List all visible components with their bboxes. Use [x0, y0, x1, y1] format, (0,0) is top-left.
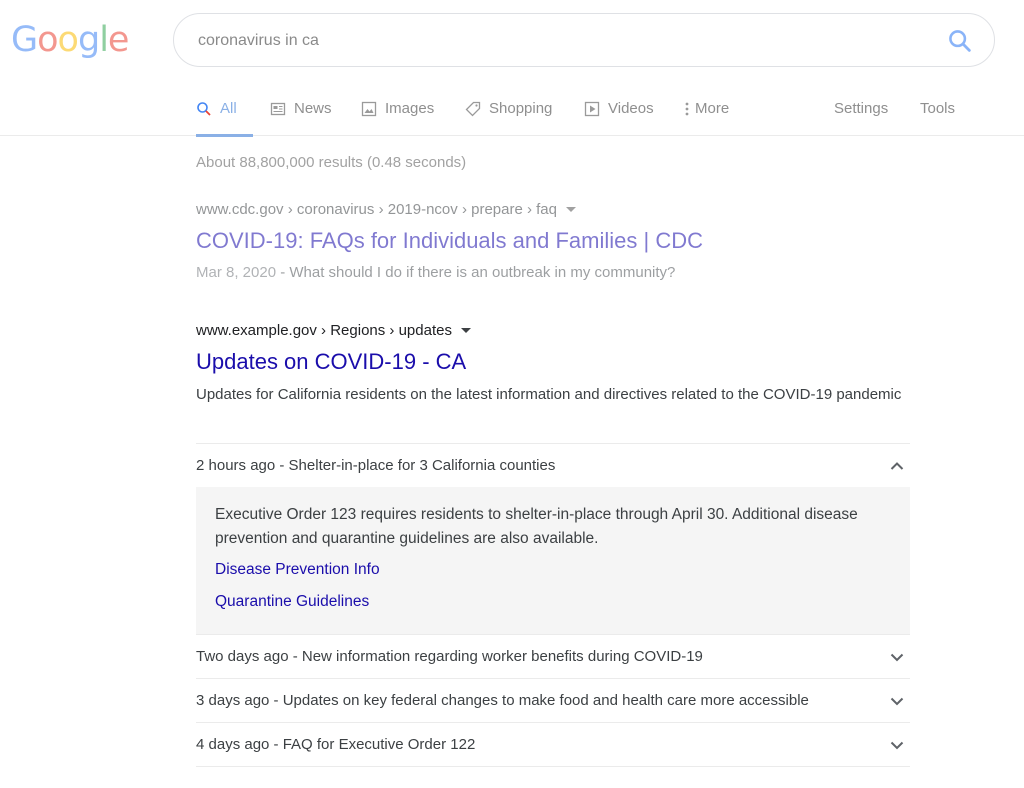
update-detail-text: Executive Order 123 requires residents t…	[215, 506, 858, 547]
quarantine-guidelines-link[interactable]: Quarantine Guidelines	[215, 593, 891, 611]
update-row[interactable]: 3 days ago - Updates on key federal chan…	[196, 678, 910, 722]
tab-news[interactable]: News	[270, 88, 332, 136]
result-url-text: www.example.gov › Regions › updates	[196, 321, 452, 339]
tab-shopping[interactable]: Shopping	[465, 88, 552, 136]
result-stats: About 88,800,000 results (0.48 seconds)	[196, 154, 467, 171]
tab-label: Tools	[920, 100, 956, 117]
update-row[interactable]: 4 days ago - FAQ for Executive Order 122	[196, 722, 910, 766]
chevron-down-icon	[890, 697, 904, 705]
tab-settings[interactable]: Settings	[834, 88, 888, 136]
tab-all[interactable]: All	[196, 88, 253, 137]
tab-images[interactable]: Images	[361, 88, 434, 136]
update-detail-panel: Executive Order 123 requires residents t…	[196, 487, 910, 634]
caret-down-icon[interactable]	[566, 206, 576, 212]
tab-tools[interactable]: Tools	[920, 88, 955, 136]
result-url: www.cdc.gov › coronavirus › 2019-ncov › …	[196, 199, 916, 219]
logo-letter: e	[107, 20, 130, 60]
search-icon	[196, 101, 212, 117]
result-snippet-text: - What should I do if there is an outbre…	[276, 264, 676, 281]
tag-icon	[465, 101, 481, 117]
chevron-down-icon	[890, 741, 904, 749]
search-result-featured: www.example.gov › Regions › updates Upda…	[196, 320, 910, 408]
search-result: www.cdc.gov › coronavirus › 2019-ncov › …	[196, 199, 916, 284]
search-box	[173, 13, 995, 67]
update-row-label: 4 days ago - FAQ for Executive Order 122	[196, 736, 476, 753]
result-description: Updates for California residents on the …	[196, 386, 902, 403]
tab-label: Videos	[608, 100, 654, 117]
result-snippet: Mar 8, 2020 - What should I do if there …	[196, 262, 916, 284]
search-input[interactable]	[198, 28, 898, 54]
tab-more[interactable]: More	[684, 88, 729, 136]
search-button[interactable]	[946, 27, 974, 55]
update-row-label: 2 hours ago - Shelter-in-place for 3 Cal…	[196, 457, 556, 474]
chevron-down-icon	[890, 653, 904, 661]
google-logo[interactable]: Google	[11, 20, 130, 60]
logo-letter: l	[99, 20, 109, 60]
search-icon	[949, 30, 971, 52]
logo-letter: o	[57, 20, 79, 60]
tab-label: Settings	[834, 100, 889, 117]
update-row-label: 3 days ago - Updates on key federal chan…	[196, 692, 809, 709]
search-tabs: All News Images Shopping Videos More Set…	[0, 88, 1024, 137]
news-icon	[270, 101, 286, 117]
update-row[interactable]: Two days ago - New information regarding…	[196, 634, 910, 678]
disease-prevention-link[interactable]: Disease Prevention Info	[215, 561, 891, 579]
caret-down-icon[interactable]	[460, 327, 471, 333]
play-icon	[584, 101, 600, 117]
logo-letter: g	[77, 20, 100, 60]
chevron-up-icon	[890, 461, 904, 470]
result-url-text: www.cdc.gov › coronavirus › 2019-ncov › …	[196, 200, 557, 218]
update-row-label: Two days ago - New information regarding…	[196, 648, 703, 665]
result-title-link[interactable]: COVID-19: FAQs for Individuals and Famil…	[196, 227, 916, 255]
image-icon	[361, 101, 377, 117]
logo-letter: G	[11, 20, 38, 60]
tab-label: Images	[385, 100, 435, 117]
tab-label: Shopping	[489, 100, 553, 117]
logo-letter: o	[37, 20, 58, 60]
tab-label: News	[294, 100, 332, 117]
tab-label: All	[220, 100, 237, 117]
more-vert-icon	[684, 101, 690, 117]
result-url: www.example.gov › Regions › updates	[196, 320, 910, 340]
update-row[interactable]: 2 hours ago - Shelter-in-place for 3 Cal…	[196, 443, 910, 487]
tab-label: More	[695, 100, 730, 117]
result-title-link[interactable]: Updates on COVID-19 - CA	[196, 348, 910, 376]
tab-videos[interactable]: Videos	[584, 88, 654, 136]
divider	[196, 766, 910, 767]
result-date: Mar 8, 2020	[196, 264, 277, 281]
